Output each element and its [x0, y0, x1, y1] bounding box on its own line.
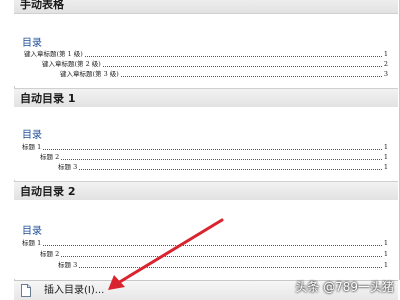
toc-entry-text: 键入章标题(第 1 级) — [24, 50, 83, 58]
toc-entry-page: 1 — [383, 143, 388, 151]
toc-entry-text: 标题 1 — [22, 239, 42, 247]
section-header-auto-toc-2: 自动目录 2 — [14, 181, 398, 201]
toc-leader-dots — [61, 159, 382, 160]
toc-title: 目录 — [22, 130, 42, 141]
section-header-label: 手动表格 — [20, 0, 64, 11]
toc-entry-page: 1 — [383, 239, 388, 247]
toc-leader-dots — [84, 56, 382, 57]
section-header-label: 自动目录 2 — [20, 185, 76, 198]
toc-entry-page: 1 — [383, 153, 388, 161]
toc-entry-text: 标题 2 — [40, 153, 60, 161]
toc-entry-text: 键入章标题(第 2 级) — [42, 60, 101, 68]
toc-entry: 标题 3 1 — [58, 163, 388, 172]
toc-entry: 标题 1 1 — [22, 143, 388, 152]
toc-leader-dots — [61, 256, 382, 257]
toc-entry: 键入章标题(第 2 级) 2 — [42, 60, 388, 69]
toc-entry-text: 标题 3 — [58, 163, 78, 171]
toc-entry-page: 1 — [383, 250, 388, 258]
toc-entry-text: 键入章标题(第 3 级) — [60, 70, 119, 78]
toc-leader-dots — [43, 149, 382, 150]
toc-title: 目录 — [22, 226, 42, 237]
toc-entry-page: 3 — [383, 70, 388, 78]
watermark: 头条 @789一头猪 — [295, 280, 394, 294]
toc-leader-dots — [79, 169, 382, 170]
toc-entry-page: 1 — [383, 261, 388, 269]
toc-entry: 标题 2 1 — [40, 153, 388, 162]
toc-entry: 键入章标题(第 1 级) 1 — [24, 50, 388, 59]
section-header-manual: 手动表格 — [14, 0, 398, 14]
toc-entry: 键入章标题(第 3 级) 3 — [60, 70, 388, 79]
toc-entry-page: 1 — [383, 50, 388, 58]
section-header-auto-toc-1: 自动目录 1 — [14, 88, 398, 108]
toc-leader-dots — [102, 66, 382, 67]
toc-entry-text: 标题 2 — [40, 250, 60, 258]
toc-leader-dots — [120, 76, 382, 77]
toc-entry-text: 标题 3 — [58, 261, 78, 269]
toc-entry-page: 1 — [383, 163, 388, 171]
insert-toc-button[interactable]: 插入目录(I)... — [44, 283, 104, 298]
toc-entry: 标题 1 1 — [22, 239, 388, 248]
toc-entry: 标题 3 1 — [58, 261, 388, 270]
document-icon — [21, 284, 31, 297]
section-header-label: 自动目录 1 — [20, 92, 76, 105]
toc-entry-page: 2 — [383, 60, 388, 68]
toc-entry-text: 标题 1 — [22, 143, 42, 151]
toc-gallery-screen: 手动表格 目录 键入章标题(第 1 级) 1 键入章标题(第 2 级) 2 键入… — [0, 0, 400, 300]
toc-title: 目录 — [22, 38, 42, 49]
toc-leader-dots — [43, 245, 382, 246]
toc-leader-dots — [79, 267, 382, 268]
toc-entry: 标题 2 1 — [40, 250, 388, 259]
